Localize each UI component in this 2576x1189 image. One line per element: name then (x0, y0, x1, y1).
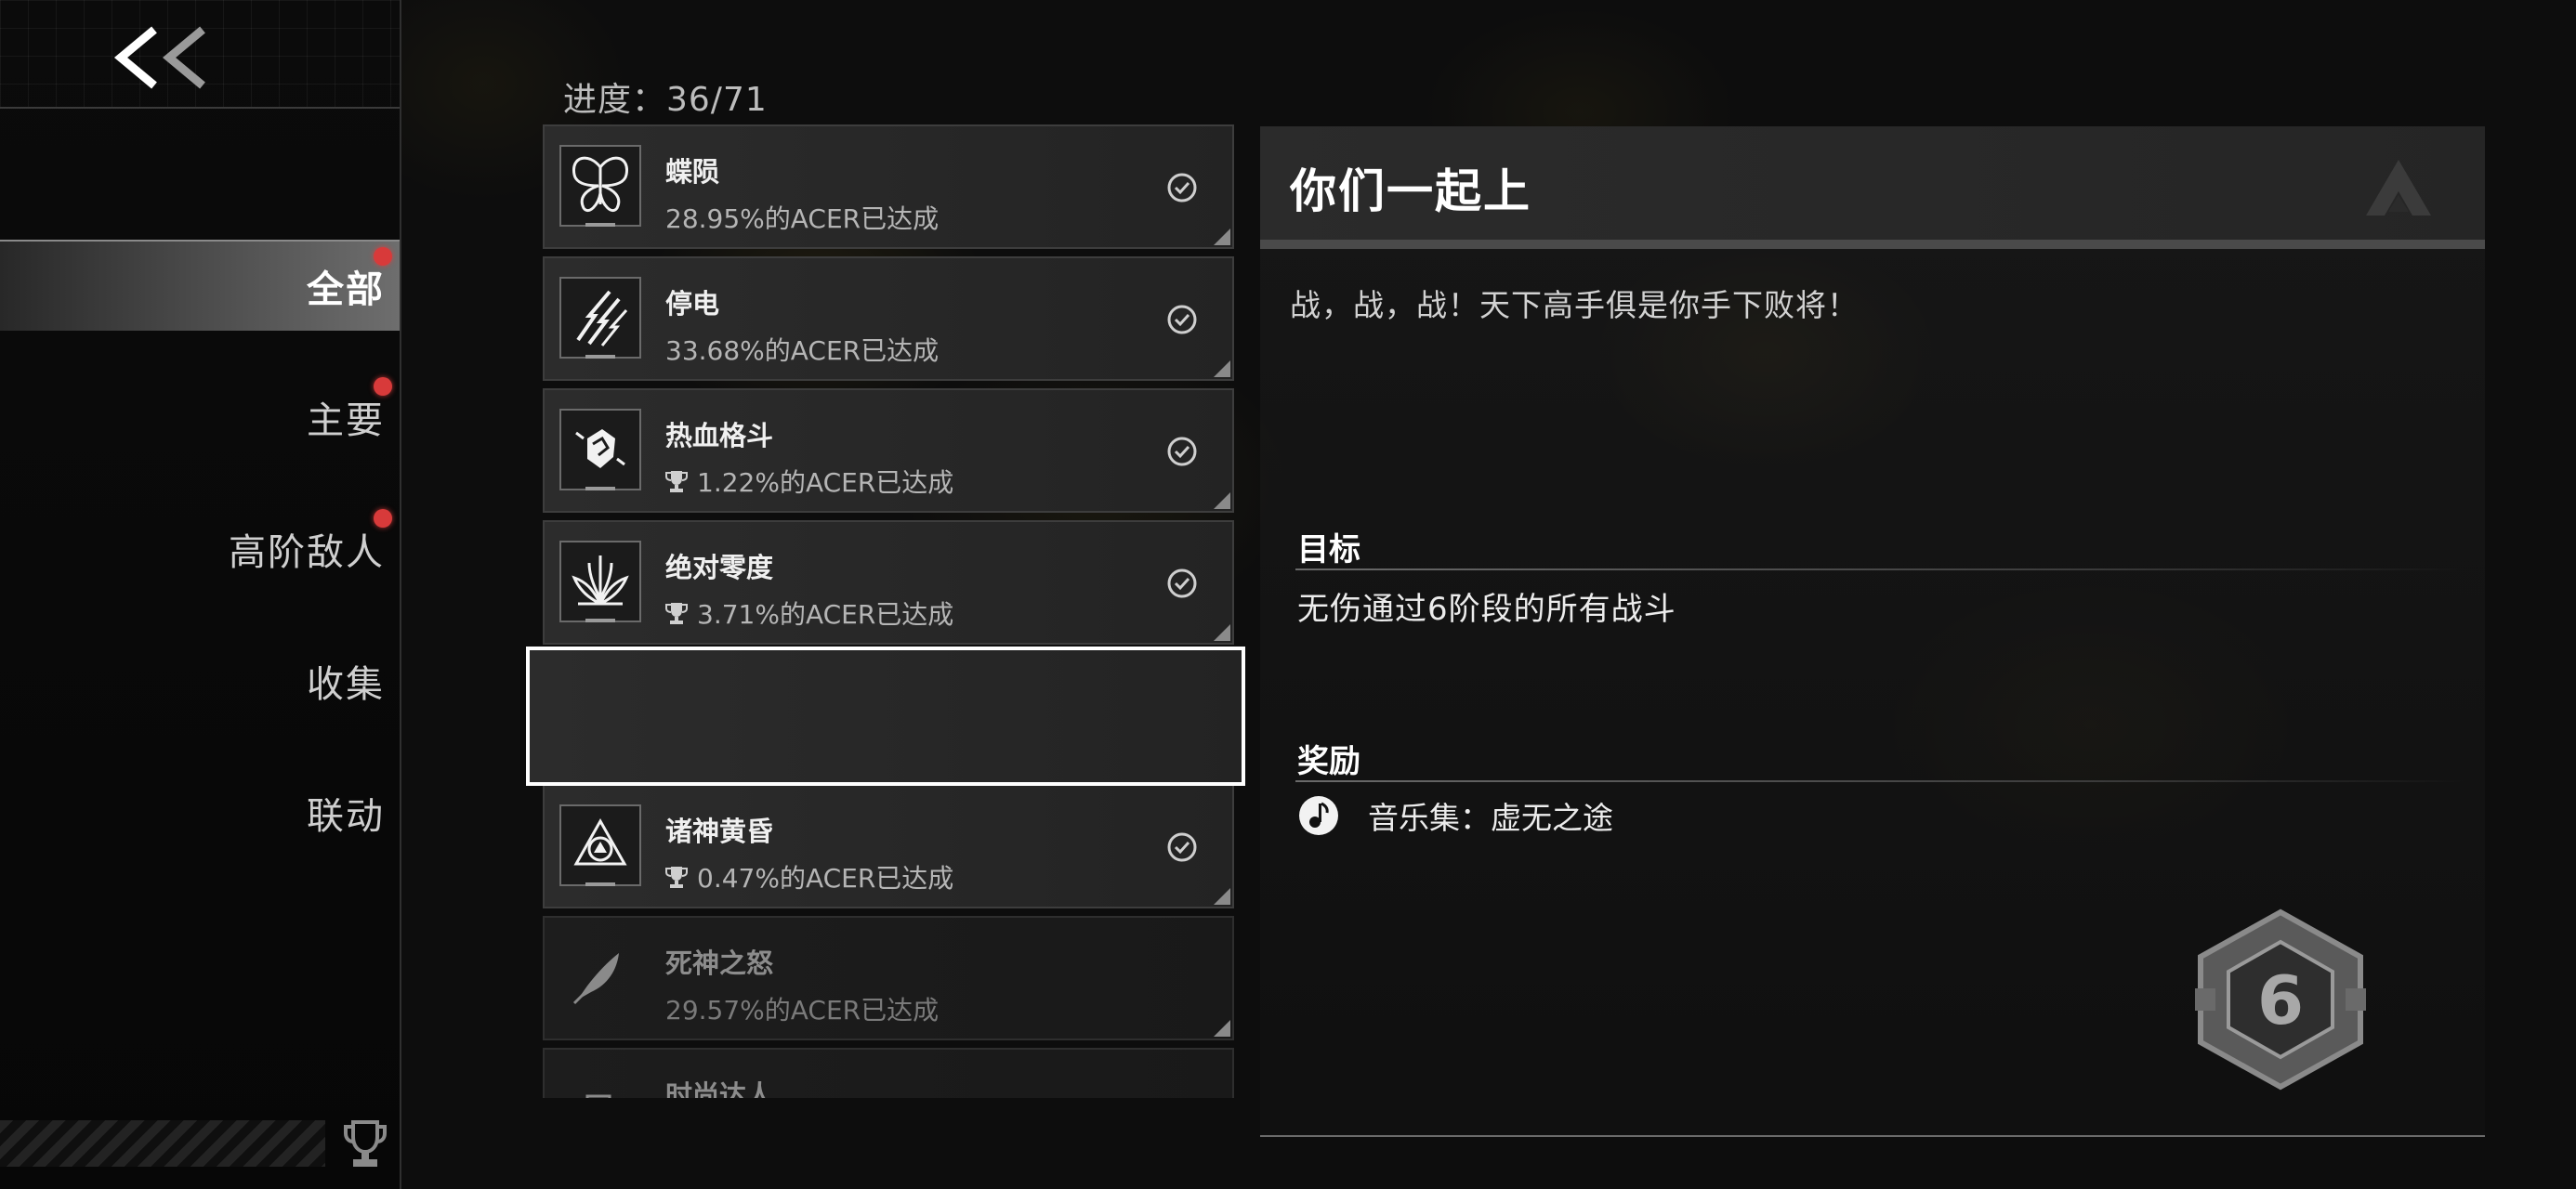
stage-six-icon: 6 (559, 673, 641, 754)
goal-heading: 目标 (1297, 531, 1360, 568)
achievement-rate-text: 29.57%的ACER已达成 (665, 995, 940, 1026)
achievement-rate: 3.71%的ACER已达成 (665, 594, 953, 632)
music-note-icon (1299, 796, 1338, 835)
svg-text:6: 6 (593, 704, 607, 727)
trophy-icon (665, 603, 688, 624)
sidebar-item-label: 全部 (307, 268, 385, 311)
check-circle-icon (1167, 437, 1197, 466)
game-logo-icon (2366, 160, 2431, 216)
card-corner (1214, 360, 1230, 377)
achievement-detail-panel: 你们一起上 战，战，战！天下高手俱是你手下败将！ 目标 无伤通过6阶段的所有战斗… (1260, 126, 2485, 1137)
achievement-card-selected[interactable]: 6 你们一起上 0.36%的ACER已达成 (543, 652, 1234, 777)
achievement-rate-text: 3.71%的ACER已达成 (697, 599, 954, 630)
reward-item: 音乐集：虚无之途 (1297, 793, 1613, 838)
back-button[interactable] (110, 22, 221, 93)
notification-dot (374, 377, 392, 396)
achievement-title: 诸神黄昏 (665, 816, 774, 847)
achievement-rate-text: 0.36%的ACER已达成 (697, 731, 954, 762)
achievement-card-locked[interactable]: 时尚达人 (543, 1048, 1234, 1098)
achievement-card[interactable]: 停电 33.68%的ACER已达成 (543, 256, 1234, 381)
achievement-card-locked[interactable]: 死神之怒 29.57%的ACER已达成 (543, 916, 1234, 1040)
achievement-rate: 28.95%的ACER已达成 (665, 199, 939, 236)
triangle-emblem-icon (559, 804, 641, 886)
ice-crystal-icon (559, 541, 641, 622)
trophy-icon (665, 735, 688, 756)
check-circle-icon (1167, 305, 1197, 334)
goal-text: 无伤通过6阶段的所有战斗 (1297, 591, 1676, 628)
achievement-title: 蝶陨 (665, 156, 720, 188)
achievement-title: 时尚达人 (665, 1079, 774, 1098)
achievement-card[interactable]: 诸神黄昏 0.47%的ACER已达成 (543, 784, 1234, 908)
achievement-rate: 0.47%的ACER已达成 (665, 858, 953, 895)
achievement-card[interactable]: 热血格斗 1.22%的ACER已达成 (543, 388, 1234, 513)
goal-divider (1295, 568, 2466, 570)
sidebar-item-main[interactable]: 主要 (0, 372, 400, 463)
outfit-icon (559, 1068, 641, 1098)
check-circle-icon (1167, 173, 1197, 203)
card-corner (1214, 1020, 1230, 1037)
achievement-card[interactable]: 蝶陨 28.95%的ACER已达成 (543, 124, 1234, 249)
progress-text: 进度：36/71 (563, 81, 768, 119)
badge-number: 6 (2257, 961, 2304, 1039)
achievement-rate: 29.57%的ACER已达成 (665, 990, 939, 1027)
decorative-stripe (0, 1120, 325, 1167)
feather-blade-icon (559, 936, 641, 1018)
achievement-rate-text: 28.95%的ACER已达成 (665, 203, 940, 234)
achievement-title: 停电 (665, 288, 720, 320)
sidebar-item-label: 高阶敌人 (229, 531, 385, 574)
card-corner (1214, 756, 1230, 773)
achievement-rate: 0.36%的ACER已达成 (665, 726, 953, 764)
detail-title: 你们一起上 (1290, 164, 1531, 218)
notification-dot (374, 509, 392, 528)
check-circle-icon (1167, 832, 1197, 862)
card-corner (1214, 624, 1230, 641)
achievement-card[interactable]: 绝对零度 3.71%的ACER已达成 (543, 520, 1234, 645)
achievement-list[interactable]: 蝶陨 28.95%的ACER已达成 停电 33.68%的ACER已达成 热血格斗… (543, 124, 1236, 1098)
sidebar-item-label: 收集 (307, 663, 385, 706)
trophy-icon (665, 471, 688, 492)
check-circle-icon (1167, 700, 1197, 730)
reward-text: 音乐集：虚无之途 (1368, 800, 1613, 836)
butterfly-icon (559, 145, 641, 227)
sidebar: 全部 主要 高阶敌人 收集 联动 (0, 0, 401, 1189)
achievement-rate: 33.68%的ACER已达成 (665, 331, 939, 368)
card-corner (1214, 229, 1230, 245)
achievement-rate-text: 33.68%的ACER已达成 (665, 335, 940, 366)
sidebar-item-collab[interactable]: 联动 (0, 767, 400, 858)
detail-header: 你们一起上 (1260, 126, 2485, 249)
trophy-icon (344, 1120, 387, 1167)
achievement-rate-text: 1.22%的ACER已达成 (697, 467, 954, 498)
sidebar-item-advanced-enemies[interactable]: 高阶敌人 (0, 503, 400, 594)
reward-divider (1295, 780, 2466, 782)
trophy-icon (665, 867, 688, 888)
card-corner (1214, 888, 1230, 905)
notification-dot (374, 247, 392, 266)
card-corner (1214, 492, 1230, 509)
sidebar-item-label: 联动 (307, 795, 385, 838)
achievement-rate-text: 0.47%的ACER已达成 (697, 863, 954, 894)
sidebar-item-collection[interactable]: 收集 (0, 635, 400, 726)
check-circle-icon (1167, 568, 1197, 598)
sidebar-item-all[interactable]: 全部 (0, 240, 400, 331)
lightning-icon (559, 277, 641, 359)
achievement-title: 热血格斗 (665, 420, 774, 451)
achievement-title: 你们一起上 (665, 684, 801, 715)
sidebar-item-label: 主要 (307, 399, 385, 442)
achievement-title: 绝对零度 (665, 552, 774, 583)
stage-six-badge-icon: 6 (2195, 908, 2366, 1091)
reward-heading: 奖励 (1297, 743, 1360, 780)
detail-flavor-text: 战，战，战！天下高手俱是你手下败将！ (1290, 287, 1859, 323)
achievement-rate: 1.22%的ACER已达成 (665, 463, 953, 500)
double-chevron-left-icon (113, 26, 205, 89)
achievement-title: 死神之怒 (665, 947, 774, 979)
fist-icon (559, 409, 641, 490)
